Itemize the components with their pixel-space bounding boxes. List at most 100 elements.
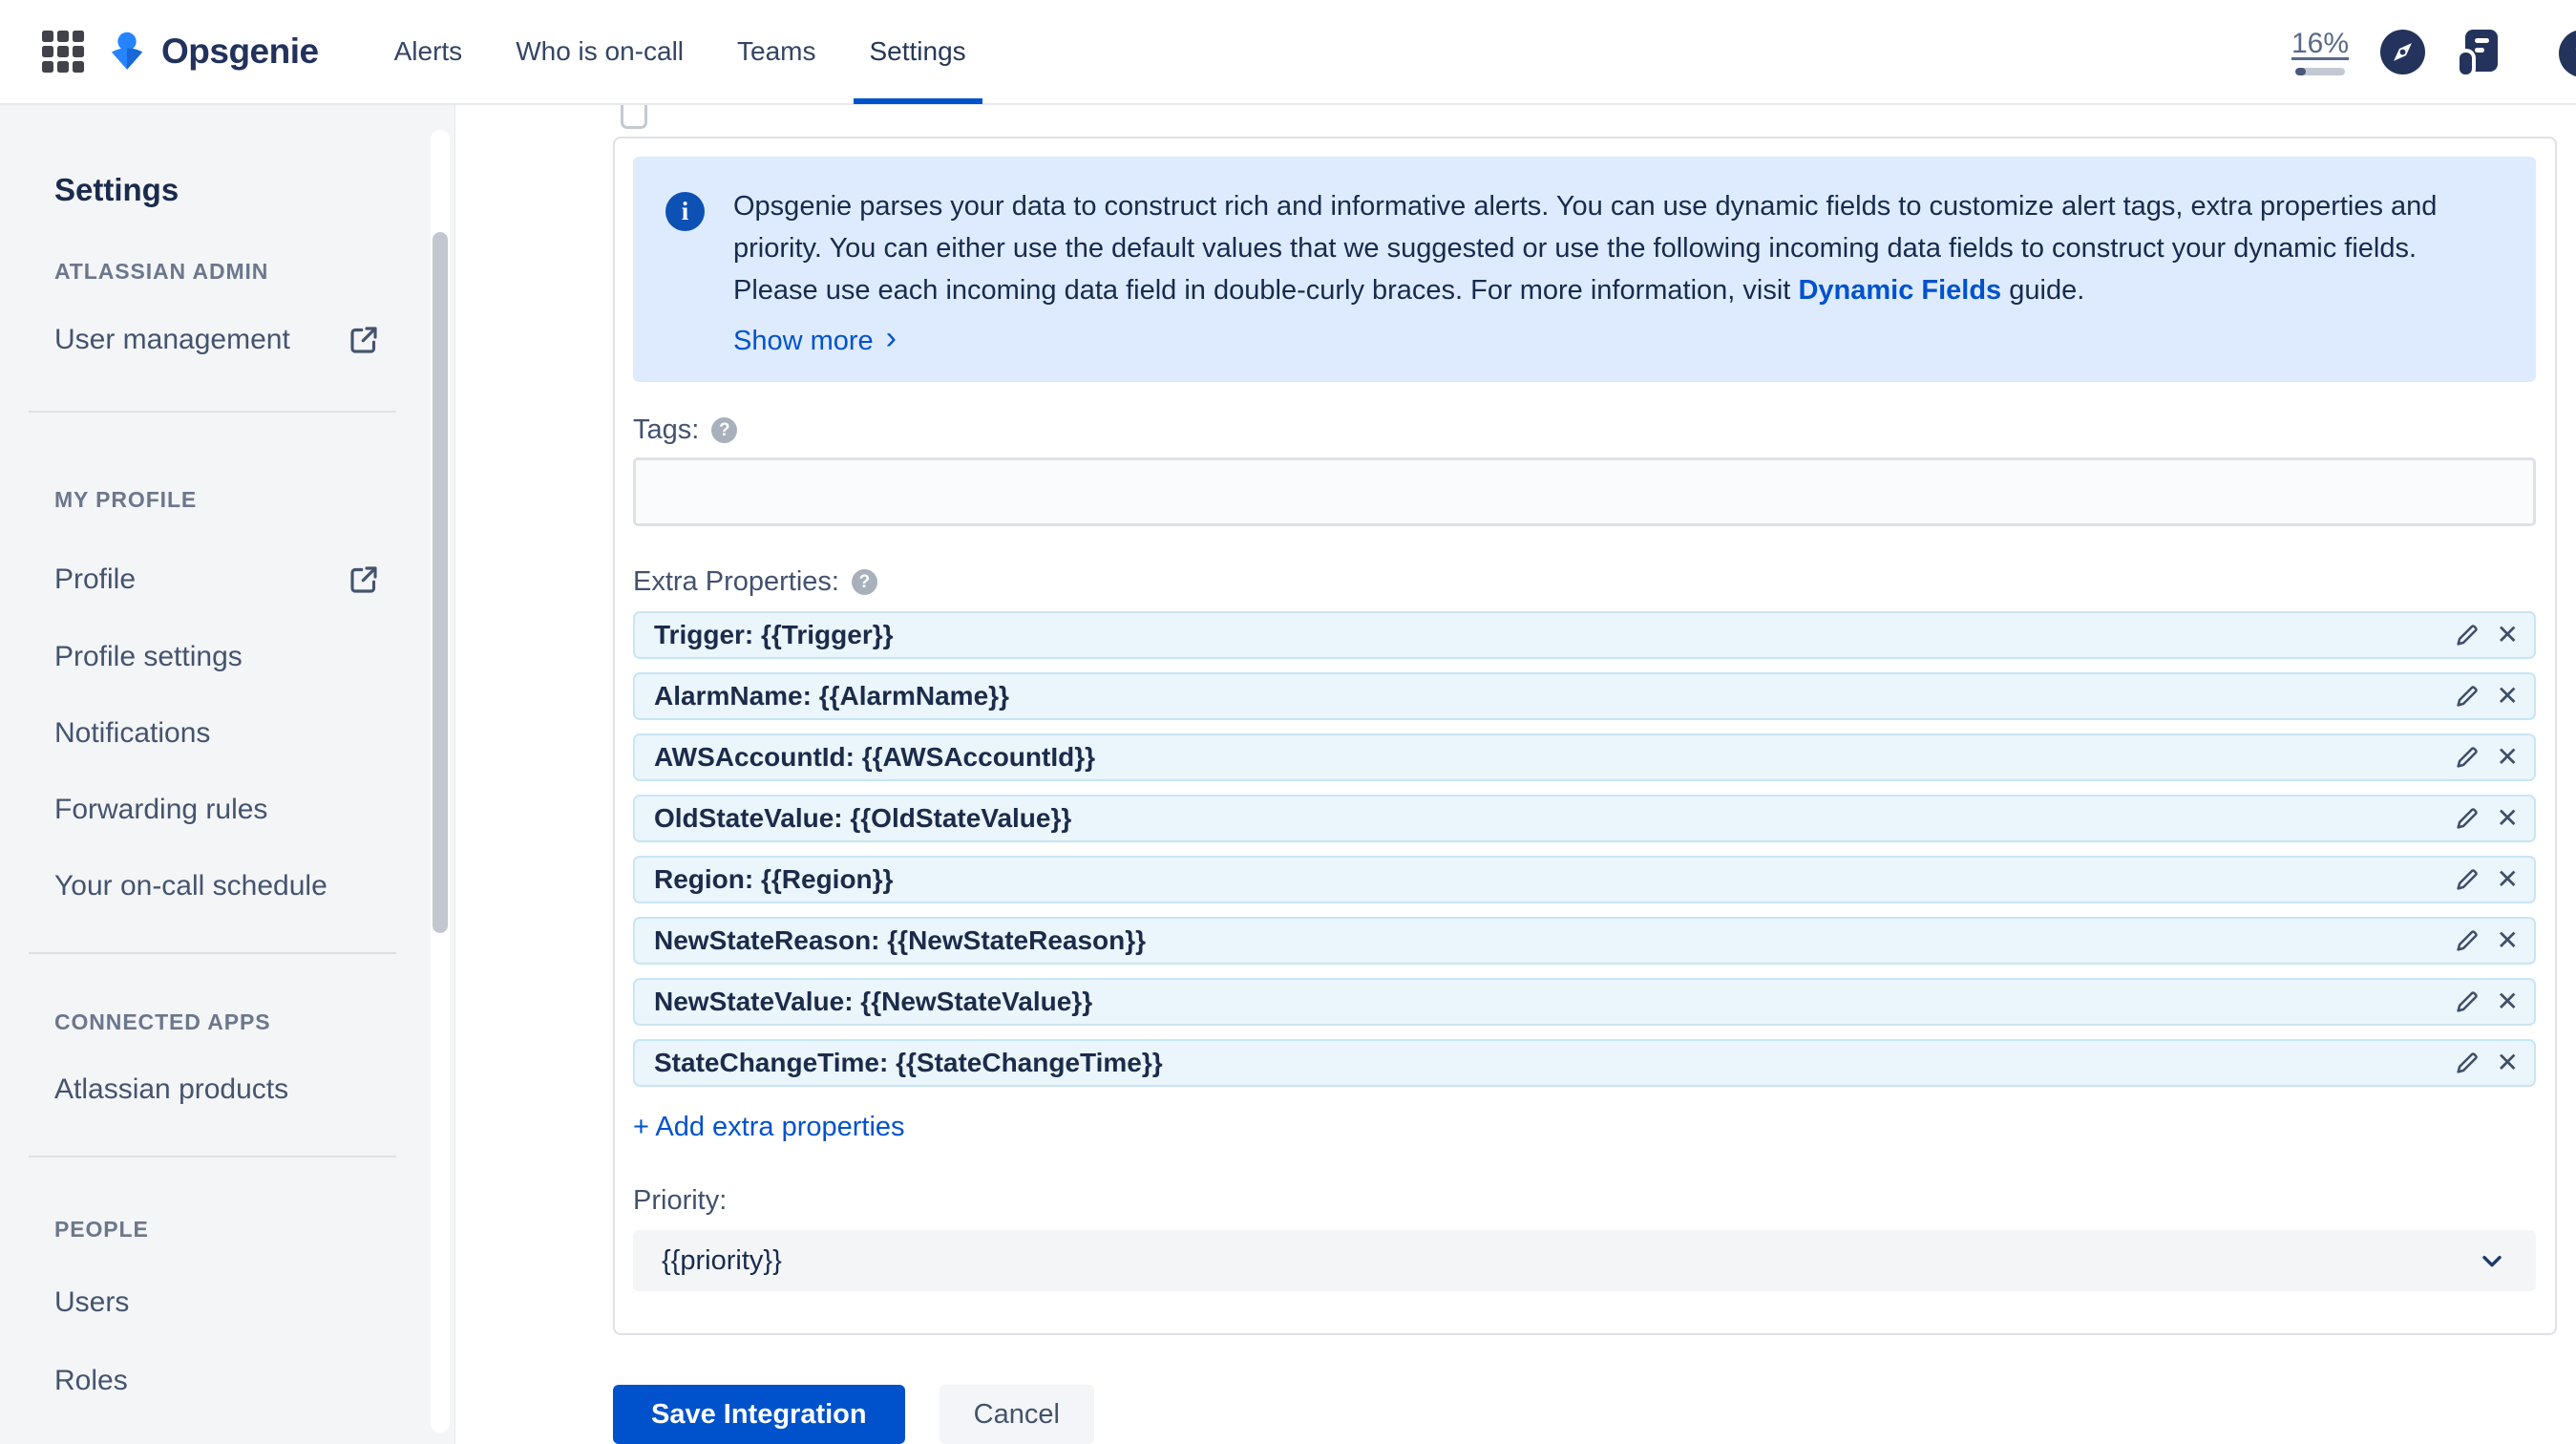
sidebar-item-forwarding-rules[interactable]: Forwarding rules: [54, 794, 381, 826]
info-banner: i Opsgenie parses your data to construct…: [633, 157, 2536, 382]
external-link-icon: [350, 566, 377, 593]
checkbox-partially-scrolled[interactable]: [621, 105, 647, 129]
dynamic-fields-link[interactable]: Dynamic Fields: [1798, 275, 2001, 306]
banner-text-after-link: guide.: [2001, 275, 2085, 306]
extra-property-row: Trigger: {{Trigger}} ✕: [633, 611, 2536, 659]
release-notes-icon[interactable]: [2460, 29, 2498, 74]
sidebar-section-my-profile: MY PROFILE: [54, 487, 198, 512]
chevron-down-icon: [2482, 1255, 2502, 1267]
sidebar-item-label: User management: [54, 324, 290, 355]
show-more-label: Show more: [733, 325, 874, 356]
priority-label: Priority:: [633, 1185, 728, 1216]
primary-nav: Alerts Who is on-call Teams Settings: [378, 0, 1003, 104]
tags-label: Tags:: [633, 414, 700, 445]
extra-property-value: StateChangeTime: {{StateChangeTime}}: [654, 1048, 1163, 1077]
nav-alerts[interactable]: Alerts: [378, 0, 479, 104]
delete-icon[interactable]: ✕: [2497, 744, 2519, 771]
edit-icon[interactable]: [2453, 926, 2481, 955]
sidebar-heading: Settings: [54, 172, 179, 207]
delete-icon[interactable]: ✕: [2497, 805, 2519, 832]
extra-property-row: Region: {{Region}} ✕: [633, 856, 2536, 903]
tags-help-icon[interactable]: ?: [711, 417, 738, 443]
sidebar-divider: [29, 1156, 396, 1157]
extra-property-value: NewStateValue: {{NewStateValue}}: [654, 987, 1093, 1016]
sidebar-item-users[interactable]: Users: [54, 1286, 381, 1319]
nav-who-is-on-call[interactable]: Who is on-call: [499, 0, 700, 104]
sidebar-item-your-on-call-schedule[interactable]: Your on-call schedule: [54, 870, 381, 902]
edit-icon[interactable]: [2453, 682, 2481, 711]
external-link-icon: [350, 327, 377, 353]
sidebar-item-label: Notifications: [54, 717, 211, 749]
delete-icon[interactable]: ✕: [2497, 683, 2519, 710]
edit-icon[interactable]: [2453, 621, 2481, 649]
extra-properties-label: Extra Properties:: [633, 566, 839, 597]
sidebar-item-label: Forwarding rules: [54, 794, 268, 825]
delete-icon[interactable]: ✕: [2497, 866, 2519, 893]
header-right-controls: 16%: [2291, 28, 2576, 75]
add-extra-properties-link[interactable]: + Add extra properties: [633, 1112, 905, 1143]
sidebar-item-atlassian-products[interactable]: Atlassian products: [54, 1073, 381, 1106]
delete-icon[interactable]: ✕: [2497, 988, 2519, 1015]
priority-select[interactable]: {{priority}}: [633, 1230, 2536, 1291]
sidebar-item-label: Profile settings: [54, 641, 243, 672]
info-banner-text: Opsgenie parses your data to construct r…: [733, 185, 2498, 311]
top-navigation-bar: Opsgenie Alerts Who is on-call Teams Set…: [0, 0, 2576, 105]
sidebar-item-notifications[interactable]: Notifications: [54, 717, 381, 750]
extra-property-row: AWSAccountId: {{AWSAccountId}} ✕: [633, 733, 2536, 781]
app-title: Opsgenie: [161, 32, 319, 71]
sidebar-item-label: Roles: [54, 1365, 128, 1396]
tags-input[interactable]: [633, 457, 2536, 526]
sidebar-item-label: Profile: [54, 563, 137, 595]
app-switcher-icon[interactable]: [42, 31, 84, 73]
edit-icon[interactable]: [2453, 987, 2481, 1016]
extra-property-value: Region: {{Region}}: [654, 864, 894, 894]
extra-property-value: AlarmName: {{AlarmName}}: [654, 681, 1009, 711]
opsgenie-logo[interactable]: Opsgenie: [105, 30, 319, 74]
edit-icon[interactable]: [2453, 1049, 2481, 1077]
integration-settings-content: i Opsgenie parses your data to construct…: [456, 105, 2576, 1444]
sidebar-section-connected-apps: CONNECTED APPS: [54, 1009, 271, 1034]
edit-icon[interactable]: [2453, 743, 2481, 772]
sidebar-section-atlassian-admin: ATLASSIAN ADMIN: [54, 259, 269, 284]
sidebar-item-user-management[interactable]: User management: [54, 323, 381, 357]
extra-property-row: NewStateReason: {{NewStateReason}} ✕: [633, 917, 2536, 965]
usage-indicator[interactable]: 16%: [2291, 28, 2350, 75]
extra-property-value: NewStateReason: {{NewStateReason}}: [654, 925, 1147, 955]
form-actions: Save Integration Cancel: [613, 1385, 2576, 1444]
sidebar-item-label: Atlassian products: [54, 1073, 289, 1105]
chevron-right-icon: ›: [885, 320, 897, 356]
extra-property-row: NewStateValue: {{NewStateValue}} ✕: [633, 978, 2536, 1026]
priority-value: {{priority}}: [662, 1244, 782, 1276]
banner-text-before-link: Opsgenie parses your data to construct r…: [733, 191, 2438, 306]
info-icon: i: [665, 192, 705, 231]
extra-properties-help-icon[interactable]: ?: [851, 569, 877, 595]
nav-settings[interactable]: Settings: [853, 0, 982, 104]
extra-property-value: OldStateValue: {{OldStateValue}}: [654, 803, 1072, 833]
sidebar-item-profile-settings[interactable]: Profile settings: [54, 641, 381, 673]
edit-icon[interactable]: [2453, 804, 2481, 833]
sidebar-item-label: Your on-call schedule: [54, 870, 327, 902]
usage-percent-label: 16%: [2291, 28, 2350, 59]
extra-property-row: AlarmName: {{AlarmName}} ✕: [633, 672, 2536, 720]
sidebar-item-label: Users: [54, 1286, 130, 1318]
nav-teams[interactable]: Teams: [721, 0, 832, 104]
extra-properties-list: Trigger: {{Trigger}} ✕ AlarmName: {{Alar…: [633, 611, 2536, 1087]
usage-progressbar: [2295, 68, 2345, 75]
sidebar-item-profile[interactable]: Profile: [54, 563, 381, 597]
opsgenie-logo-icon: [111, 32, 143, 70]
edit-icon[interactable]: [2453, 865, 2481, 894]
delete-icon[interactable]: ✕: [2497, 622, 2519, 648]
sidebar-scrollbar-thumb[interactable]: [433, 232, 448, 933]
extra-property-row: OldStateValue: {{OldStateValue}} ✕: [633, 795, 2536, 842]
cancel-button[interactable]: Cancel: [939, 1385, 1094, 1444]
show-more-link[interactable]: Show more ›: [733, 320, 897, 357]
sidebar-item-roles[interactable]: Roles: [54, 1365, 381, 1397]
compass-icon[interactable]: [2380, 29, 2425, 74]
extra-property-value: AWSAccountId: {{AWSAccountId}}: [654, 742, 1096, 772]
sidebar-divider: [29, 952, 396, 954]
sidebar-section-people: PEOPLE: [54, 1217, 149, 1242]
delete-icon[interactable]: ✕: [2497, 1050, 2519, 1076]
save-integration-button[interactable]: Save Integration: [613, 1385, 905, 1444]
integration-form-card: i Opsgenie parses your data to construct…: [613, 137, 2557, 1335]
delete-icon[interactable]: ✕: [2497, 927, 2519, 954]
